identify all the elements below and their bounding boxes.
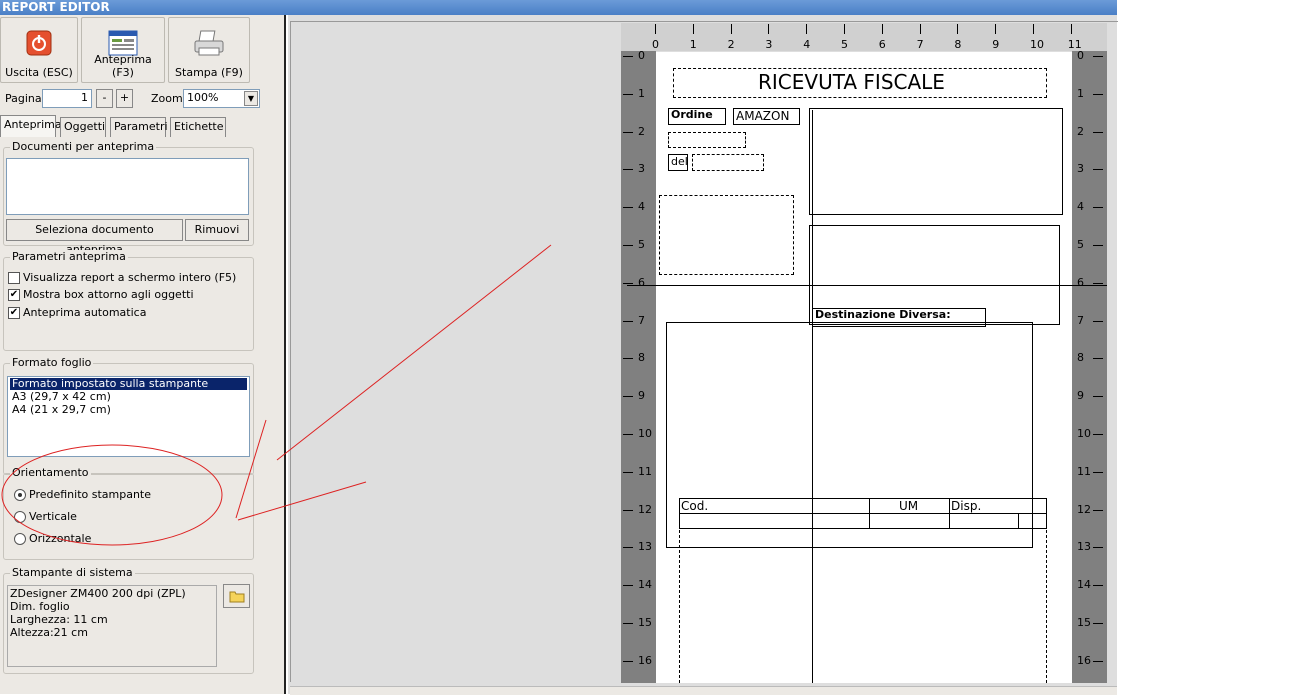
red-annotation — [1, 244, 552, 546]
